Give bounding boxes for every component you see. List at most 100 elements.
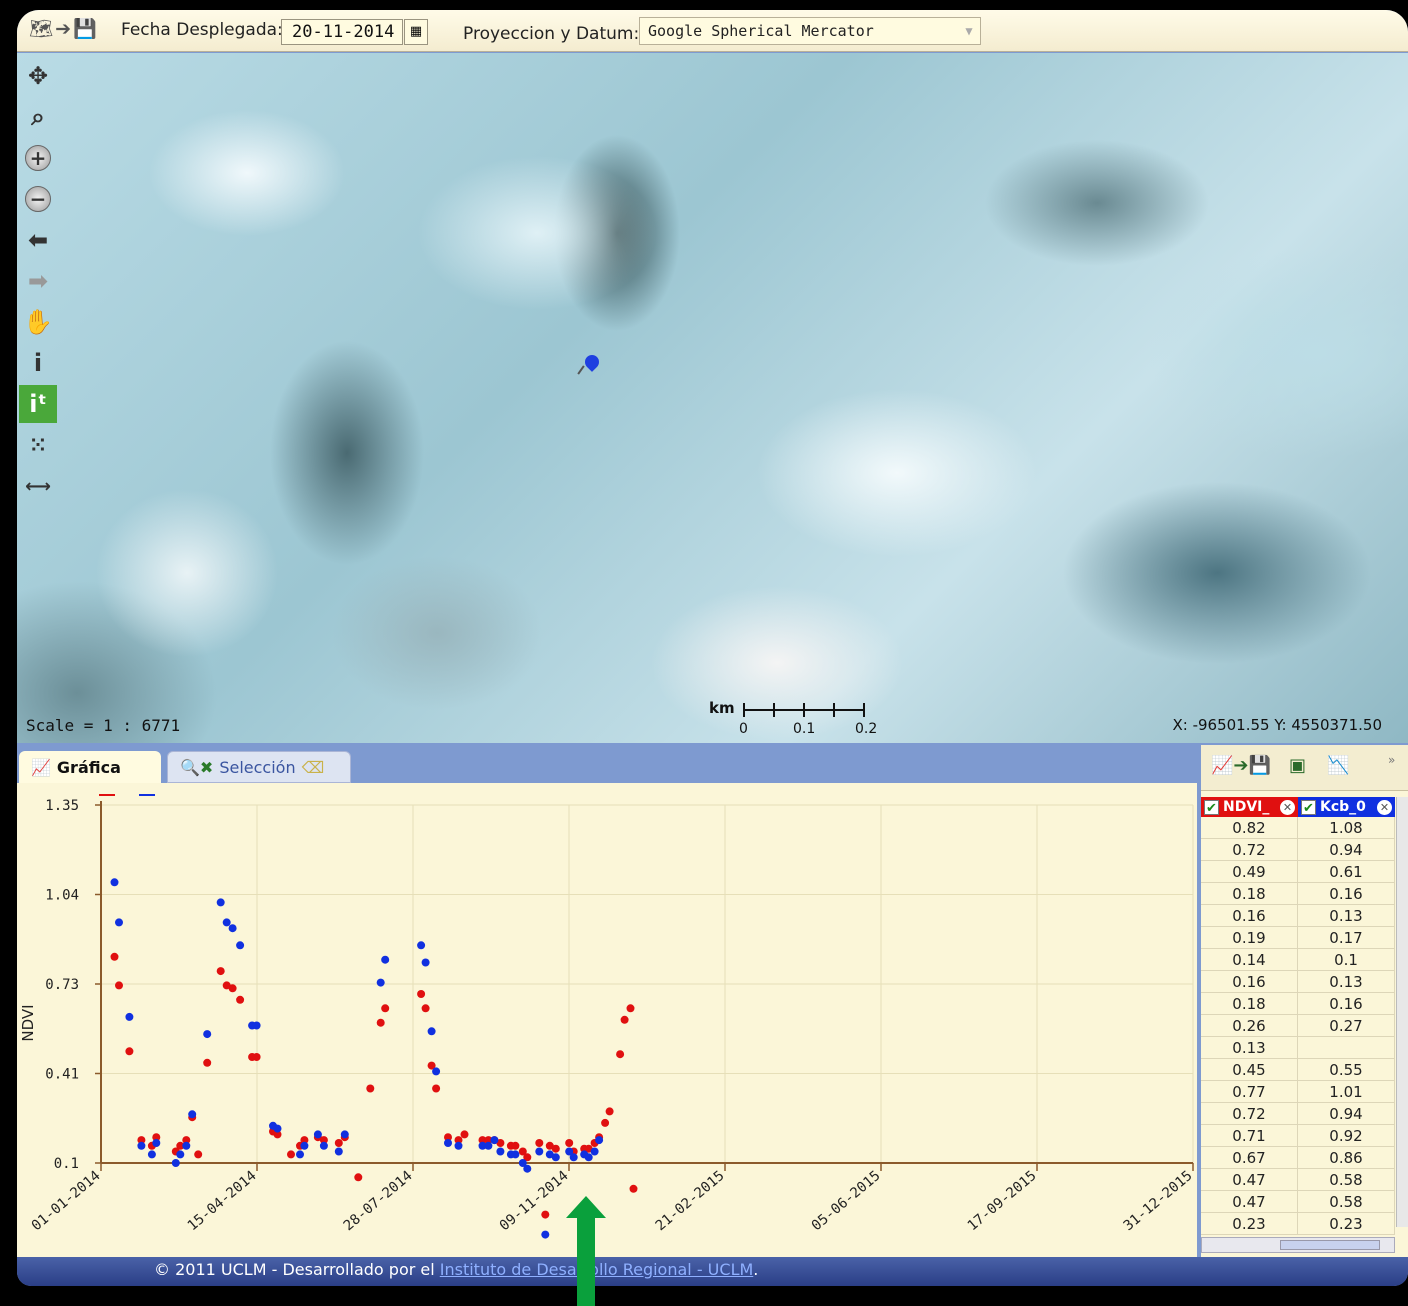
kcb-point <box>569 1153 578 1162</box>
date-input[interactable]: 20-11-2014 <box>281 19 403 45</box>
info-time-icon[interactable]: iᵗ <box>19 385 57 423</box>
ndvi-point <box>203 1058 212 1067</box>
y-tick-label: 1.35 <box>45 798 79 814</box>
kcb-point <box>511 1150 520 1159</box>
table-row[interactable]: 0.45 0.55 <box>1201 1059 1395 1081</box>
table-cell: 0.13 <box>1298 905 1395 926</box>
table-row[interactable]: 0.16 0.13 <box>1201 905 1395 927</box>
ndvi-point <box>535 1139 544 1147</box>
table-cell: 0.94 <box>1298 1103 1395 1124</box>
x-tick-label: 05-06-2015 <box>809 1168 884 1234</box>
kcb-point <box>319 1141 328 1150</box>
export-map-icon[interactable]: 🗺➔💾 <box>29 17 103 45</box>
projection-select[interactable]: Google Spherical Mercator ▼ <box>639 17 981 45</box>
table-cell: 0.47 <box>1201 1191 1298 1212</box>
kcb-point <box>427 1027 436 1036</box>
excel-icon[interactable]: ▣ <box>1289 755 1306 781</box>
column-label: NDVI_ <box>1223 799 1270 815</box>
zoom-in-icon[interactable]: + <box>19 139 57 177</box>
checkbox-icon[interactable]: ✔ <box>1204 799 1219 816</box>
table-cell: 0.13 <box>1201 1037 1298 1058</box>
ndvi-point <box>236 995 245 1004</box>
chart-icon: 📈 <box>31 757 51 777</box>
kcb-point <box>454 1141 463 1150</box>
tab-seleccion[interactable]: 🔍✖ Selección ⌫ <box>167 751 351 783</box>
hand-icon[interactable]: ✋ <box>19 303 57 341</box>
table-row[interactable]: 0.71 0.92 <box>1201 1125 1395 1147</box>
map-view[interactable]: ✥ ⌕ + − ⬅ ➡ ✋ i iᵗ ⁙ ⟷ Scale = 1 : 6771 … <box>17 53 1408 743</box>
table-row[interactable]: 0.23 0.23 <box>1201 1213 1395 1235</box>
projection-label: Proyeccion y Datum: <box>463 24 640 44</box>
y-tick-label: 0.41 <box>45 1067 79 1083</box>
chart-svg: 1.35 1.04 0.73 0.41 0.101-01-2014 15-04-2014 2… <box>19 794 1196 1239</box>
select-points-icon[interactable]: ⁙ <box>19 426 57 464</box>
footer-suffix: . <box>753 1260 759 1279</box>
table-cell: 1.08 <box>1298 817 1395 838</box>
table-cell: 0.17 <box>1298 927 1395 948</box>
pan-icon[interactable]: ✥ <box>19 57 57 95</box>
vertical-scrollbar[interactable] <box>1396 797 1408 1227</box>
table-row[interactable]: 0.19 0.17 <box>1201 927 1395 949</box>
kcb-point <box>376 978 385 987</box>
green-arrow-annotation <box>566 1196 606 1306</box>
tab-grafica[interactable]: 📈 Gráfica <box>19 751 161 783</box>
scale-text: Scale = 1 : 6771 <box>26 716 181 735</box>
calendar-icon[interactable]: ▦ <box>404 19 428 45</box>
expand-icon[interactable]: » <box>1388 753 1406 773</box>
table-row[interactable]: 0.13 <box>1201 1037 1395 1059</box>
table-row[interactable]: 0.18 0.16 <box>1201 883 1395 905</box>
table-row[interactable]: 0.49 0.61 <box>1201 861 1395 883</box>
footer-text: © 2011 UCLM - Desarrollado por el <box>154 1260 440 1279</box>
zoom-box-icon[interactable]: ⌕ <box>19 98 57 136</box>
forward-icon[interactable]: ➡ <box>19 262 57 300</box>
kcb-point <box>551 1153 560 1162</box>
measure-icon[interactable]: ⟷ <box>19 467 57 505</box>
kcb-point <box>137 1141 146 1150</box>
table-row[interactable]: 0.82 1.08 <box>1201 817 1395 839</box>
ndvi-point <box>417 990 426 998</box>
column-header-kcb[interactable]: ✔ Kcb_0 ✕ <box>1298 797 1395 817</box>
ndvi-point <box>565 1139 574 1147</box>
table-cell: 0.72 <box>1201 1103 1298 1124</box>
table-row[interactable]: 0.67 0.86 <box>1201 1147 1395 1169</box>
table-cell: 0.61 <box>1298 861 1395 882</box>
table-cell: 0.77 <box>1201 1081 1298 1102</box>
ndvi-point <box>287 1150 295 1159</box>
table-cell: 0.72 <box>1201 839 1298 860</box>
column-header-ndvi[interactable]: ✔ NDVI_ ✕ <box>1201 797 1298 817</box>
checkbox-icon[interactable]: ✔ <box>1301 799 1316 816</box>
zoom-out-icon[interactable]: − <box>19 180 57 218</box>
table-cell: 0.47 <box>1201 1169 1298 1190</box>
close-icon[interactable]: ✕ <box>1377 799 1392 815</box>
table-cell: 0.16 <box>1201 971 1298 992</box>
ndvi-point <box>252 1053 261 1061</box>
kcb-point <box>273 1124 282 1133</box>
table-row[interactable]: 0.47 0.58 <box>1201 1191 1395 1213</box>
table-cell: 0.23 <box>1201 1213 1298 1234</box>
table-cell: 0.92 <box>1298 1125 1395 1146</box>
chevron-down-icon[interactable]: ▼ <box>960 21 978 41</box>
ndvi-point <box>460 1130 469 1139</box>
table-row[interactable]: 0.77 1.01 <box>1201 1081 1395 1103</box>
table-row[interactable]: 0.16 0.13 <box>1201 971 1395 993</box>
chart-settings-icon[interactable]: 📉 <box>1327 755 1349 781</box>
info-icon[interactable]: i <box>19 344 57 382</box>
x-tick-label: 17-09-2015 <box>965 1168 1040 1234</box>
table-row[interactable]: 0.72 0.94 <box>1201 839 1395 861</box>
table-row[interactable]: 0.47 0.58 <box>1201 1169 1395 1191</box>
kcb-point <box>541 1230 550 1239</box>
table-cell: 0.1 <box>1298 949 1395 970</box>
table-row[interactable]: 0.14 0.1 <box>1201 949 1395 971</box>
export-chart-icon[interactable]: 📈➔💾 <box>1211 755 1271 781</box>
ndvi-point <box>354 1173 363 1182</box>
kcb-point <box>110 878 119 887</box>
back-icon[interactable]: ⬅ <box>19 221 57 259</box>
location-pin-icon[interactable] <box>582 352 602 372</box>
y-tick-label: 1.04 <box>45 888 79 904</box>
close-icon[interactable]: ✕ <box>1280 799 1295 815</box>
kcb-point <box>203 1030 212 1039</box>
horizontal-scrollbar[interactable] <box>1201 1237 1395 1253</box>
table-row[interactable]: 0.72 0.94 <box>1201 1103 1395 1125</box>
table-row[interactable]: 0.26 0.27 <box>1201 1015 1395 1037</box>
table-row[interactable]: 0.18 0.16 <box>1201 993 1395 1015</box>
